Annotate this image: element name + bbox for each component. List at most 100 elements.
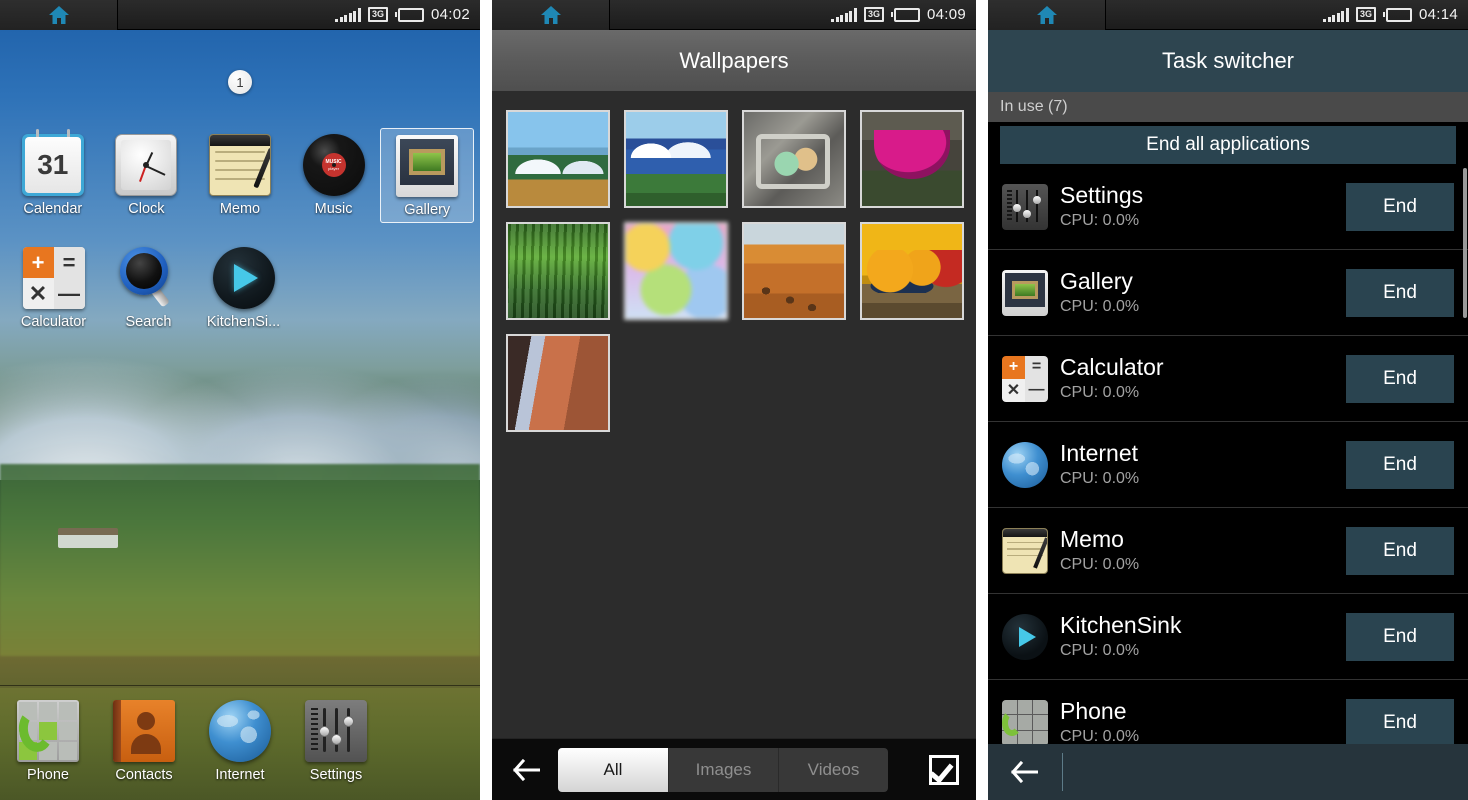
- end-button[interactable]: End: [1346, 268, 1454, 317]
- task-row[interactable]: KitchenSink CPU: 0.0% End: [988, 594, 1468, 680]
- end-button[interactable]: End: [1346, 354, 1454, 403]
- clock-icon: [115, 134, 178, 196]
- back-arrow-icon: [512, 758, 540, 781]
- app-music[interactable]: MUSIC player Music: [287, 128, 381, 223]
- home-wallpaper: [0, 0, 480, 800]
- signal-bars-icon: [335, 7, 361, 22]
- app-label: Calculator: [20, 314, 87, 330]
- task-list[interactable]: End all applications Settings CPU: 0.0% …: [988, 122, 1468, 744]
- task-info: KitchenSink CPU: 0.0%: [1060, 613, 1334, 659]
- app-clock[interactable]: Clock: [100, 128, 194, 223]
- task-cpu: CPU: 0.0%: [1060, 383, 1140, 401]
- task-switcher-bottom-bar: [988, 744, 1468, 800]
- in-use-label: In use (7): [988, 92, 1468, 122]
- wallpaper-thumbnail[interactable]: [506, 110, 610, 208]
- task-row[interactable]: Gallery CPU: 0.0% End: [988, 250, 1468, 336]
- wallpaper-thumbnail[interactable]: [506, 222, 610, 320]
- scrollbar[interactable]: [1463, 168, 1467, 318]
- toolbar-divider: [1062, 753, 1063, 791]
- status-bar: 3G 04:02: [0, 0, 480, 30]
- app-label: Gallery: [404, 202, 451, 218]
- back-arrow-icon: [1010, 761, 1038, 783]
- tab-all[interactable]: All: [558, 747, 668, 792]
- app-gallery[interactable]: Gallery: [380, 128, 474, 223]
- status-clock: 04:09: [926, 6, 966, 23]
- wallpaper-field: [0, 464, 480, 656]
- wallpaper-grid: [506, 110, 976, 432]
- dock-item-contacts[interactable]: Contacts: [96, 694, 192, 787]
- task-info: Memo CPU: 0.0%: [1060, 527, 1334, 573]
- network-type-label: 3G: [863, 7, 884, 22]
- task-cpu: CPU: 0.0%: [1060, 555, 1140, 573]
- task-row[interactable]: Internet CPU: 0.0% End: [988, 422, 1468, 508]
- app-calendar[interactable]: 31 Calendar: [6, 128, 100, 223]
- task-row[interactable]: Memo CPU: 0.0% End: [988, 508, 1468, 594]
- calculator-icon: + = ✕ —: [22, 247, 85, 309]
- signal-bars-icon: [831, 7, 857, 22]
- battery-icon: [890, 7, 920, 22]
- app-label: KitchenSi...: [206, 314, 281, 330]
- end-button[interactable]: End: [1346, 612, 1454, 661]
- end-button[interactable]: End: [1346, 698, 1454, 744]
- select-mode-button[interactable]: [924, 751, 964, 789]
- status-indicators: 3G 04:02: [335, 6, 480, 23]
- end-button[interactable]: End: [1346, 526, 1454, 575]
- task-row[interactable]: Settings CPU: 0.0% End: [988, 164, 1468, 250]
- status-home-button[interactable]: [0, 0, 118, 30]
- task-cpu: CPU: 0.0%: [1060, 469, 1140, 487]
- dock-item-settings[interactable]: Settings: [288, 694, 384, 787]
- wallpaper-thumbnail[interactable]: [860, 222, 964, 320]
- status-home-button[interactable]: [988, 0, 1106, 30]
- wallpaper-thumbnail[interactable]: [624, 222, 728, 320]
- internet-globe-icon: [209, 700, 271, 762]
- end-all-applications-button[interactable]: End all applications: [1000, 126, 1456, 164]
- home-dock: Phone Contacts Internet Settings: [0, 685, 480, 800]
- settings-sliders-icon: [305, 700, 367, 762]
- end-button[interactable]: End: [1346, 440, 1454, 489]
- calendar-day: 31: [24, 137, 81, 193]
- wallpaper-thumbnail[interactable]: [742, 110, 846, 208]
- app-label: Music: [314, 201, 353, 217]
- app-search[interactable]: Search: [101, 241, 196, 334]
- task-row[interactable]: Phone CPU: 0.0% End: [988, 680, 1468, 744]
- kitchensink-icon: [1002, 613, 1048, 660]
- task-name: Phone: [1060, 699, 1127, 725]
- back-button[interactable]: [1002, 752, 1046, 792]
- wallpaper-thumbnail[interactable]: [506, 334, 610, 432]
- task-switcher-panel: 3G 04:14 Task switcher In use (7) End al…: [988, 0, 1468, 800]
- app-memo[interactable]: Memo: [193, 128, 287, 223]
- wallpaper-grid-container[interactable]: [492, 92, 976, 738]
- page-indicator-number: 1: [228, 70, 252, 94]
- app-row-2: + = ✕ — Calculator Search KitchenSi...: [0, 241, 480, 334]
- wallpaper-thumbnail[interactable]: [860, 110, 964, 208]
- task-row[interactable]: + = ✕ — Calculator CPU: 0.0% End: [988, 336, 1468, 422]
- dock-label: Phone: [27, 767, 69, 783]
- task-cpu: CPU: 0.0%: [1060, 641, 1140, 659]
- wallpapers-panel: 3G 04:09 Wallpapers All Images Videos: [492, 0, 976, 800]
- app-icon-grid: 31 Calendar Clock Memo MUSIC player Musi…: [0, 128, 480, 334]
- app-calculator[interactable]: + = ✕ — Calculator: [6, 241, 101, 334]
- tab-videos[interactable]: Videos: [778, 747, 888, 792]
- status-home-button[interactable]: [492, 0, 610, 30]
- dock-item-phone[interactable]: Phone: [0, 694, 96, 787]
- dock-item-internet[interactable]: Internet: [192, 694, 288, 787]
- filter-tabs: All Images Videos: [558, 747, 888, 792]
- wallpaper-thumbnail[interactable]: [742, 222, 846, 320]
- back-button[interactable]: [504, 750, 548, 790]
- wallpaper-thumbnail[interactable]: [624, 110, 728, 208]
- dock-label: Settings: [309, 767, 363, 783]
- page-title: Wallpapers: [492, 30, 976, 92]
- app-label: Search: [125, 314, 172, 330]
- battery-icon: [1382, 7, 1412, 22]
- app-label: Clock: [128, 201, 165, 217]
- app-kitchensink[interactable]: KitchenSi...: [196, 241, 291, 334]
- home-screen-panel: 3G 04:02 1 31 Calendar Clock Memo MUSIC …: [0, 0, 480, 800]
- status-indicators: 3G 04:09: [831, 6, 976, 23]
- dock-label: Contacts: [115, 767, 173, 783]
- wallpapers-toolbar: All Images Videos: [492, 738, 976, 800]
- task-info: Settings CPU: 0.0%: [1060, 183, 1334, 229]
- battery-icon: [394, 7, 424, 22]
- checkbox-checked-icon: [929, 754, 959, 785]
- tab-images[interactable]: Images: [668, 747, 778, 792]
- end-button[interactable]: End: [1346, 182, 1454, 231]
